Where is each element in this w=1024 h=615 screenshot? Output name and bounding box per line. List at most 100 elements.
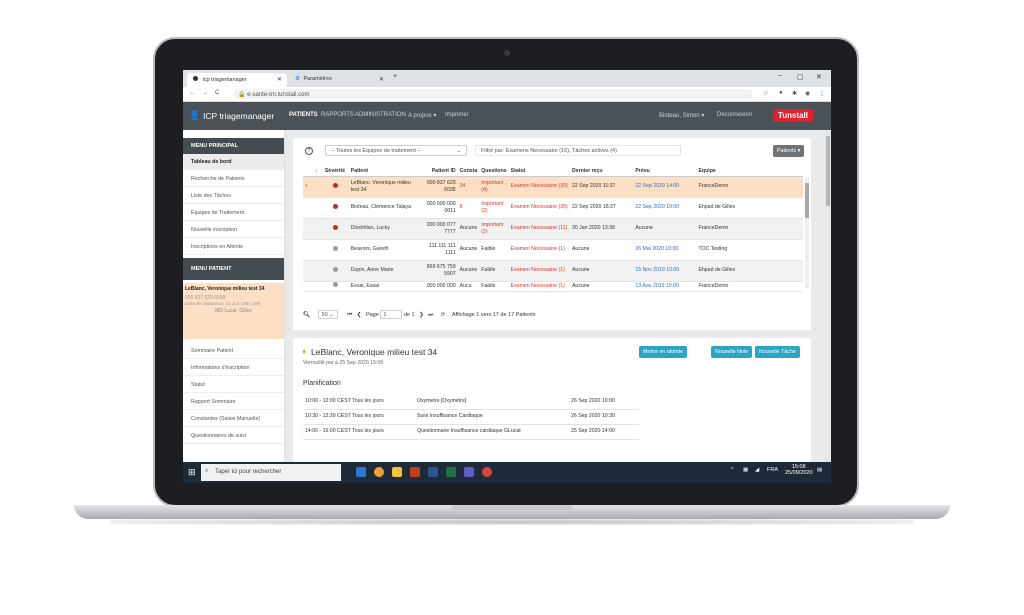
notification-icon[interactable]: ▤ (817, 467, 822, 473)
header-patient[interactable]: Patient (348, 166, 418, 177)
header-lock[interactable] (303, 166, 313, 177)
table-row[interactable]: Dupin, Anne Marie 869 675 759 5907 Aucun… (303, 260, 803, 282)
windows-start-icon[interactable]: ⊞ (188, 467, 196, 477)
close-window-button[interactable]: ✕ (816, 73, 822, 81)
user-menu[interactable]: Bioteau, Simon ▾ (659, 112, 704, 119)
maximize-button[interactable]: ▢ (797, 73, 804, 81)
header-consta[interactable]: Consta (457, 166, 480, 177)
sidebar-item-tasks[interactable]: Liste des Tâches (183, 188, 284, 204)
nav-apropos[interactable]: A propos ▾ (408, 112, 436, 119)
explorer-icon[interactable] (392, 467, 402, 477)
new-task-button[interactable]: Nouvelle Tâche (755, 346, 800, 358)
cell-patient[interactable]: Bioteau, Clémence Talaya (348, 197, 418, 219)
header-statut[interactable]: Statut (508, 166, 570, 177)
planning-row[interactable]: 14:00 - 16:00 CEST Tous les jours Questi… (303, 424, 639, 440)
cell-patient[interactable]: Dupin, Anne Marie (348, 260, 418, 282)
sidebar-item-status[interactable]: Statut (183, 377, 284, 393)
sidebar-item-vitals[interactable]: Constantes (Saisie Manuelle) (183, 411, 284, 427)
sidebar-item-new-enrol[interactable]: Nouvelle inscription (183, 222, 284, 238)
last-page-icon[interactable]: ⏭ (428, 312, 433, 318)
next-page-icon[interactable]: ❯ (419, 312, 424, 318)
cell-patient[interactable]: Essai, Essai (348, 281, 418, 292)
new-tab-button[interactable]: + (393, 73, 397, 80)
excel-icon[interactable] (446, 467, 456, 477)
help-icon[interactable]: ? (305, 147, 313, 155)
extension-icon[interactable]: ● (779, 90, 783, 96)
nav-administration[interactable]: ADMINISTRATION (355, 112, 406, 118)
page-input[interactable]: 1 (380, 310, 403, 319)
tray-up-icon[interactable]: ^ (731, 467, 734, 473)
taskbar-search-placeholder: Taper ici pour rechercher (215, 469, 282, 475)
sidebar-item-report[interactable]: Rapport Sommaire (183, 394, 284, 410)
planning-row[interactable]: 10:00 - 12:00 CEST Tous les jours Oxymet… (303, 394, 639, 410)
star-icon[interactable]: ☆ (763, 90, 768, 97)
forward-icon[interactable]: → (202, 90, 208, 96)
tab-icp[interactable]: icp triagemanager ✕ (187, 73, 287, 87)
menu-icon[interactable]: ⋮ (819, 90, 825, 97)
outlook-icon[interactable] (356, 467, 366, 477)
prev-page-icon[interactable]: ❮ (357, 312, 362, 318)
language-indicator[interactable]: FRA (767, 467, 778, 473)
header-severity[interactable]: Sévérité (322, 166, 349, 177)
taskbar-search-input[interactable]: ⌕ Taper ici pour rechercher (201, 464, 341, 481)
header-last[interactable]: Dernier reçu (569, 166, 634, 177)
header-team[interactable]: Equipe (696, 166, 803, 177)
table-row[interactable]: Beavors, Gareth 111 111 111 1111 Aucune … (303, 239, 803, 261)
nav-imprimer[interactable]: Imprimer (445, 112, 469, 118)
patients-button[interactable]: Patients ▾ (773, 145, 805, 157)
profile-icon[interactable]: ◉ (805, 90, 810, 97)
severity-high-icon (333, 182, 339, 188)
first-page-icon[interactable]: ⏮ (347, 312, 352, 318)
cell-patient[interactable]: Dioclétian, Lucky (348, 218, 418, 240)
sidebar-item-enrolment[interactable]: Informations d'inscription (183, 360, 284, 376)
close-icon[interactable]: ✕ (379, 76, 384, 83)
table-row[interactable]: ♦ LeBlanc, Veronique milieu test 34 000 … (303, 176, 803, 198)
cell-patient[interactable]: LeBlanc, Veronique milieu test 34 (348, 176, 418, 198)
sidebar-item-questionnaires[interactable]: Questionnaires de suivi (183, 428, 284, 444)
minimize-button[interactable]: − (778, 73, 782, 80)
header-planned[interactable]: Prévu (633, 166, 697, 177)
firefox-icon[interactable] (374, 467, 384, 477)
close-icon[interactable]: ✕ (277, 76, 282, 83)
chrome-icon[interactable] (482, 467, 492, 477)
clock-date: 25/09/2020 (785, 470, 813, 476)
word-icon[interactable] (428, 467, 438, 477)
teams-icon[interactable] (464, 467, 474, 477)
logout-link[interactable]: Déconnexion (717, 112, 752, 118)
cell-patient[interactable]: Beavors, Gareth (348, 239, 418, 261)
per-page-select[interactable]: 50 ⌄ (317, 310, 338, 319)
search-icon[interactable]: 🔍︎ (303, 312, 310, 318)
table-row[interactable]: Bioteau, Clémence Talaya 000 000 000 001… (303, 197, 803, 219)
sidebar-item-summary[interactable]: Sommaire Patient (183, 343, 284, 359)
table-row[interactable]: Dioclétian, Lucky 000 000 077 7777 Aucun… (303, 218, 803, 240)
powerpoint-icon[interactable] (410, 467, 420, 477)
sidebar-item-teams[interactable]: Equipes de Traitement (183, 205, 284, 221)
back-icon[interactable]: ← (189, 90, 195, 96)
gear-icon: ⚙ (295, 76, 300, 82)
table-row[interactable]: Essai, Essai 000 000 000 Aucu Faible Exa… (303, 281, 803, 292)
nav-patients[interactable]: PATIENTS (289, 112, 318, 118)
sidebar-item-pending[interactable]: Inscriptions en Attente (183, 239, 284, 255)
volume-icon[interactable]: ◢ (755, 467, 759, 473)
teams-select[interactable]: -- Toutes les Equipes de traitement -- ⌄ (325, 145, 467, 156)
table-scrollbar-thumb[interactable] (805, 183, 809, 218)
header-sort[interactable]: ↓ (312, 166, 323, 177)
url-input[interactable]: 🔒 e-sante-tm.tunstall.com (233, 89, 753, 99)
puzzle-icon[interactable]: ✱ (792, 90, 797, 97)
header-questions[interactable]: Questions (479, 166, 509, 177)
sidebar-item-dashboard[interactable]: Tableau de bord (183, 154, 284, 170)
sidebar-item-search[interactable]: Recherche de Patients (183, 171, 284, 187)
cell-statut: Examen Necessaire (1) (508, 239, 570, 261)
cell-planned: 13 Aou 2019 10:00 (633, 281, 697, 292)
planning-row[interactable]: 10:30 - 12:30 CEST Tous les jours Suivi … (303, 409, 639, 425)
nav-rapports[interactable]: RAPPORTS (321, 112, 354, 118)
hold-button[interactable]: Mettre en attente (639, 346, 688, 358)
refresh-icon[interactable]: ⟳ (441, 312, 446, 318)
header-patient-id[interactable]: Patient ID (417, 166, 458, 177)
new-note-button[interactable]: Nouvelle Note (711, 346, 753, 358)
clock[interactable]: 15:08 25/09/2020 (785, 464, 813, 476)
page-scrollbar-thumb[interactable] (826, 136, 830, 206)
tab-parametres[interactable]: ⚙ Paramètres ✕ (289, 73, 389, 87)
reload-icon[interactable]: C (215, 90, 219, 96)
network-icon[interactable]: ▦ (743, 467, 748, 473)
